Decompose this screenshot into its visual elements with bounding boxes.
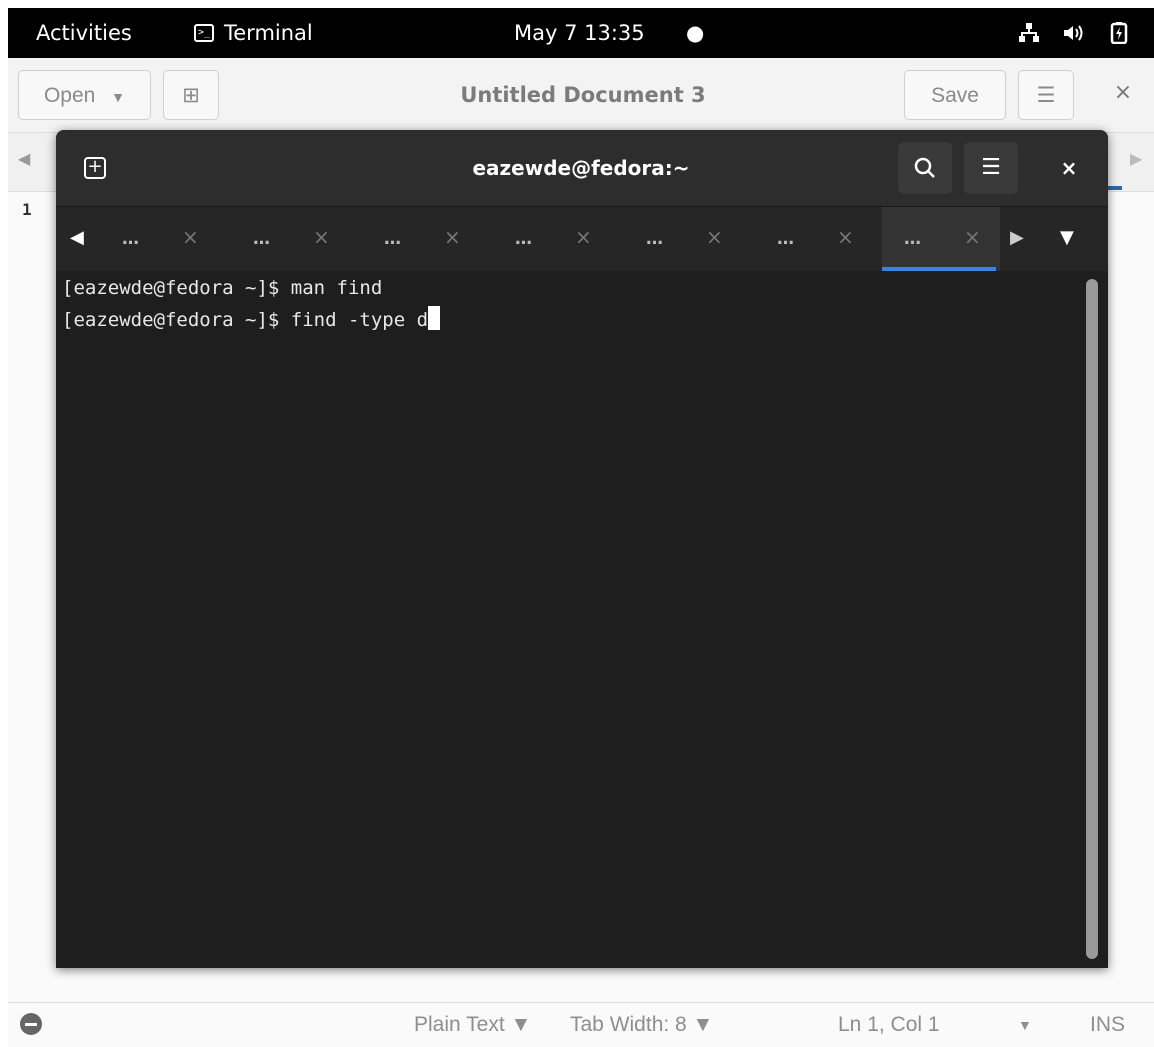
close-icon[interactable]: ×: [575, 225, 592, 249]
close-icon[interactable]: ×: [964, 225, 981, 249]
terminal-title: eazewde@fedora:~: [472, 156, 690, 180]
hamburger-menu-button[interactable]: ☰: [964, 142, 1018, 194]
terminal-line-text: [eazewde@fedora ~]$ find -type d: [62, 309, 429, 331]
tab-label: …: [122, 229, 139, 249]
gedit-headerbar: Open ▼ ⊞ Untitled Document 3 Save ☰ ×: [8, 58, 1154, 133]
status-bar: Plain Text ▼ Tab Width: 8 ▼ Ln 1, Col 1 …: [8, 1002, 1154, 1047]
terminal-tab[interactable]: … ×: [362, 207, 480, 271]
terminal-icon: >_: [194, 24, 214, 42]
insert-mode[interactable]: INS: [1090, 1003, 1125, 1047]
tab-scroll-left-icon[interactable]: ◀: [18, 149, 30, 168]
new-tab-button[interactable]: +: [68, 142, 122, 194]
text-cursor: [428, 306, 441, 330]
tab-width-selector[interactable]: Tab Width: 8 ▼: [570, 1003, 713, 1047]
app-menu-terminal[interactable]: >_ Terminal: [194, 8, 313, 58]
close-icon[interactable]: ×: [444, 225, 461, 249]
terminal-output[interactable]: [eazewde@fedora ~]$ man find [eazewde@fe…: [56, 271, 1108, 968]
tab-scroll-right-icon[interactable]: ▶: [1010, 227, 1024, 248]
tab-scroll-right-icon[interactable]: ▶: [1130, 149, 1142, 168]
save-button[interactable]: Save: [904, 70, 1006, 120]
tab-label: …: [646, 229, 663, 249]
network-icon[interactable]: [1018, 22, 1040, 44]
close-icon[interactable]: ×: [837, 225, 854, 249]
terminal-tab[interactable]: … ×: [755, 207, 873, 271]
cursor-position[interactable]: Ln 1, Col 1: [838, 1003, 940, 1047]
search-icon: [914, 157, 935, 178]
activities-button[interactable]: Activities: [36, 8, 132, 58]
scrollbar[interactable]: [1086, 279, 1098, 959]
close-icon[interactable]: ×: [1042, 142, 1096, 194]
new-tab-icon: ⊞: [182, 84, 200, 107]
terminal-line: [eazewde@fedora ~]$ find -type d: [62, 306, 441, 331]
minus-circle-icon[interactable]: [20, 1013, 42, 1035]
tab-label: …: [253, 229, 270, 249]
tab-scroll-left-icon[interactable]: ◀: [70, 227, 84, 248]
new-tab-icon: +: [84, 157, 106, 179]
chevron-down-icon: ▼: [111, 89, 126, 105]
volume-icon[interactable]: [1062, 22, 1084, 44]
terminal-headerbar: + eazewde@fedora:~ ☰ ×: [56, 130, 1108, 207]
app-name: Terminal: [224, 21, 313, 45]
tab-label: …: [515, 229, 532, 249]
terminal-window: + eazewde@fedora:~ ☰ × ◀ … × … × … × … ×…: [56, 130, 1108, 968]
new-document-button[interactable]: ⊞: [163, 70, 219, 120]
top-bar: Activities >_ Terminal May 7 13:35 ●: [8, 8, 1154, 58]
menu-icon: ☰: [981, 155, 1001, 180]
open-button[interactable]: Open ▼: [18, 70, 151, 120]
active-tab-indicator: [1108, 186, 1122, 190]
chevron-down-icon[interactable]: ▼: [1018, 1003, 1032, 1047]
tab-list-menu-icon[interactable]: ▼: [1060, 227, 1074, 248]
terminal-line: [eazewde@fedora ~]$ man find: [62, 277, 383, 299]
hamburger-menu-button[interactable]: ☰: [1018, 70, 1074, 120]
notification-indicator: ●: [686, 21, 705, 45]
language-selector[interactable]: Plain Text ▼: [414, 1003, 531, 1047]
terminal-tab-active[interactable]: … ×: [882, 207, 1000, 271]
close-icon[interactable]: ×: [182, 225, 199, 249]
open-label: Open: [43, 84, 96, 107]
close-icon[interactable]: ×: [1108, 78, 1138, 108]
tab-label: …: [777, 229, 794, 249]
close-icon[interactable]: ×: [313, 225, 330, 249]
document-title: Untitled Document 3: [460, 83, 706, 107]
close-icon[interactable]: ×: [706, 225, 723, 249]
terminal-tab[interactable]: … ×: [100, 207, 218, 271]
clock[interactable]: May 7 13:35: [514, 8, 645, 58]
tab-label: …: [904, 229, 921, 249]
line-number: 1: [22, 200, 32, 219]
terminal-tab-bar: ◀ … × … × … × … × … × … × … × ▶ ▼: [56, 207, 1108, 271]
tab-label: …: [384, 229, 401, 249]
menu-icon: ☰: [1036, 84, 1056, 107]
terminal-tab[interactable]: … ×: [231, 207, 349, 271]
terminal-tab[interactable]: … ×: [624, 207, 742, 271]
battery-icon[interactable]: [1108, 22, 1130, 45]
search-button[interactable]: [898, 142, 952, 194]
terminal-tab[interactable]: … ×: [493, 207, 611, 271]
